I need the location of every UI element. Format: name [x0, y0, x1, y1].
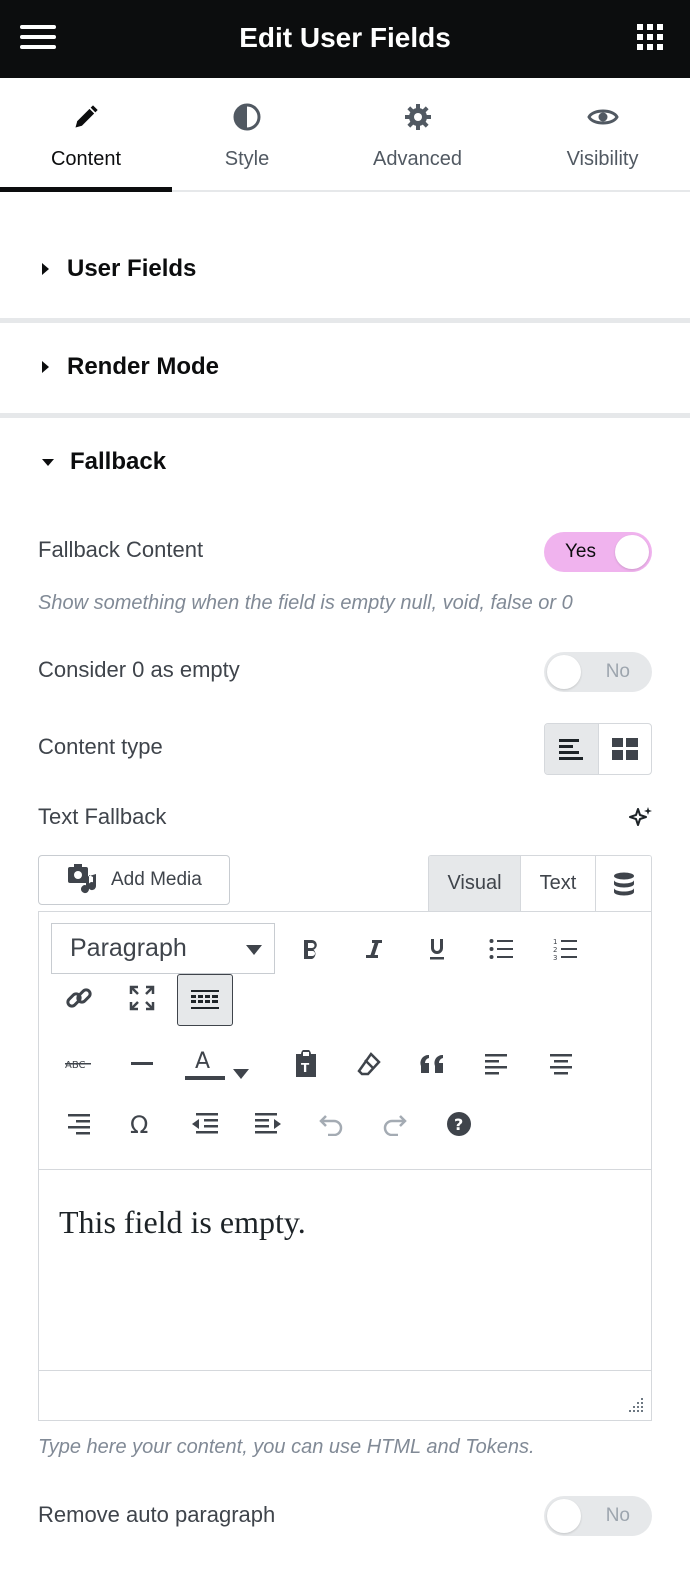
tab-label: Content	[50, 148, 122, 170]
section-title: Fallback	[70, 448, 167, 475]
wysiwyg-editor: Paragraph 123 ABC A T Ω ? This field is …	[38, 911, 652, 1421]
section-render-mode: Render Mode	[0, 323, 690, 413]
content-type-choices	[544, 723, 652, 775]
link-icon[interactable]	[57, 976, 101, 1020]
section-title: User Fields	[67, 255, 197, 282]
help-icon[interactable]: ?	[437, 1102, 481, 1146]
italic-icon[interactable]	[352, 927, 396, 971]
blocks-icon[interactable]	[599, 724, 652, 774]
resize-handle-icon[interactable]	[625, 1394, 645, 1414]
toggle-text: No	[605, 661, 630, 682]
panel-tabs: Content Style Advanced Visibility	[0, 78, 690, 192]
clear-formatting-icon[interactable]	[347, 1042, 391, 1086]
tab-label: Style	[224, 148, 270, 170]
horizontal-line-icon[interactable]	[120, 1042, 164, 1086]
tab-content[interactable]: Content	[0, 78, 172, 192]
svg-text:A: A	[195, 1049, 210, 1074]
add-media-button[interactable]: Add Media	[38, 855, 230, 905]
panel-title: Edit User Fields	[239, 22, 451, 53]
toggle-text: Yes	[565, 541, 596, 562]
fullscreen-icon[interactable]	[120, 976, 164, 1020]
eye-icon	[525, 100, 680, 134]
svg-text:T: T	[301, 1061, 310, 1075]
top-bar: Edit User Fields	[0, 0, 690, 78]
add-media-label: Add Media	[111, 869, 202, 890]
svg-text:1: 1	[553, 938, 557, 946]
numbered-list-icon[interactable]: 123	[543, 927, 587, 971]
toggle-text: No	[605, 1505, 630, 1526]
special-character-icon[interactable]: Ω	[120, 1102, 164, 1146]
section-title: Render Mode	[67, 353, 220, 380]
bullet-list-icon[interactable]	[479, 927, 523, 971]
blockquote-icon[interactable]	[412, 1042, 456, 1086]
paste-text-icon[interactable]: T	[284, 1042, 328, 1086]
svg-text:2: 2	[553, 946, 557, 954]
svg-text:ABC: ABC	[65, 1060, 86, 1071]
bold-icon[interactable]	[289, 927, 333, 971]
media-icon	[68, 864, 97, 894]
fallback-content-label: Fallback Content	[38, 537, 204, 562]
tab-label: Visibility	[566, 148, 639, 170]
toggle-knob	[615, 535, 649, 569]
section-fallback: Fallback	[0, 418, 690, 488]
tab-advanced[interactable]: Advanced	[340, 78, 495, 190]
section-header-render-mode[interactable]: Render Mode	[42, 353, 219, 381]
section-header-fallback[interactable]: Fallback	[42, 448, 166, 476]
tab-visibility[interactable]: Visibility	[525, 78, 680, 190]
chevron-down-icon[interactable]	[229, 1052, 253, 1096]
tab-label: Advanced	[373, 148, 462, 170]
fallback-content-toggle[interactable]: Yes	[544, 532, 652, 572]
editor-content[interactable]: This field is empty.	[59, 1204, 306, 1241]
section-user-fields: User Fields	[0, 192, 690, 318]
caret-right-icon	[42, 263, 49, 275]
indent-icon[interactable]	[246, 1102, 290, 1146]
tab-text[interactable]: Text	[521, 856, 596, 911]
database-icon[interactable]	[596, 856, 651, 911]
tab-style[interactable]: Style	[172, 78, 322, 190]
editor-help-text: Type here your content, you can use HTML…	[38, 1436, 535, 1458]
ai-sparkle-icon[interactable]	[628, 805, 654, 836]
editor-toolbar: Paragraph 123 ABC A T Ω ?	[39, 912, 651, 1170]
svg-text:?: ?	[454, 1115, 463, 1134]
align-left-icon[interactable]	[475, 1042, 519, 1086]
caret-down-icon	[42, 458, 54, 466]
redo-icon[interactable]	[373, 1102, 417, 1146]
caret-right-icon	[42, 361, 49, 373]
remove-auto-paragraph-label: Remove auto paragraph	[38, 1502, 276, 1527]
strikethrough-icon[interactable]: ABC	[57, 1042, 101, 1086]
half-circle-icon	[172, 100, 322, 134]
align-right-icon[interactable]	[57, 1102, 101, 1146]
pencil-icon	[0, 100, 172, 134]
text-align-icon[interactable]	[545, 724, 599, 774]
consider-zero-toggle[interactable]: No	[544, 652, 652, 692]
chevron-down-icon	[246, 945, 262, 955]
editor-statusbar	[39, 1370, 651, 1420]
underline-icon[interactable]	[415, 927, 459, 971]
consider-zero-label: Consider 0 as empty	[38, 657, 240, 682]
content-type-label: Content type	[38, 734, 163, 759]
svg-text:Ω: Ω	[130, 1111, 148, 1137]
undo-icon[interactable]	[309, 1102, 353, 1146]
editor-mode-tabs: Visual Text	[428, 855, 652, 911]
gear-icon	[340, 100, 495, 134]
outdent-icon[interactable]	[183, 1102, 227, 1146]
format-select[interactable]: Paragraph	[51, 923, 275, 974]
fallback-help-text: Show something when the field is empty n…	[38, 592, 573, 614]
tab-visual[interactable]: Visual	[429, 856, 521, 911]
svg-text:3: 3	[553, 954, 557, 961]
format-select-value: Paragraph	[70, 934, 187, 962]
grid-icon[interactable]	[637, 24, 663, 50]
section-header-user-fields[interactable]: User Fields	[42, 255, 196, 283]
text-color-icon[interactable]: A	[183, 1042, 227, 1086]
text-fallback-label: Text Fallback	[38, 804, 167, 829]
keyboard-toolbar-toggle-icon[interactable]	[177, 974, 233, 1026]
toggle-knob	[547, 1499, 581, 1533]
remove-auto-paragraph-toggle[interactable]: No	[544, 1496, 652, 1536]
align-center-icon[interactable]	[539, 1042, 583, 1086]
toggle-knob	[547, 655, 581, 689]
